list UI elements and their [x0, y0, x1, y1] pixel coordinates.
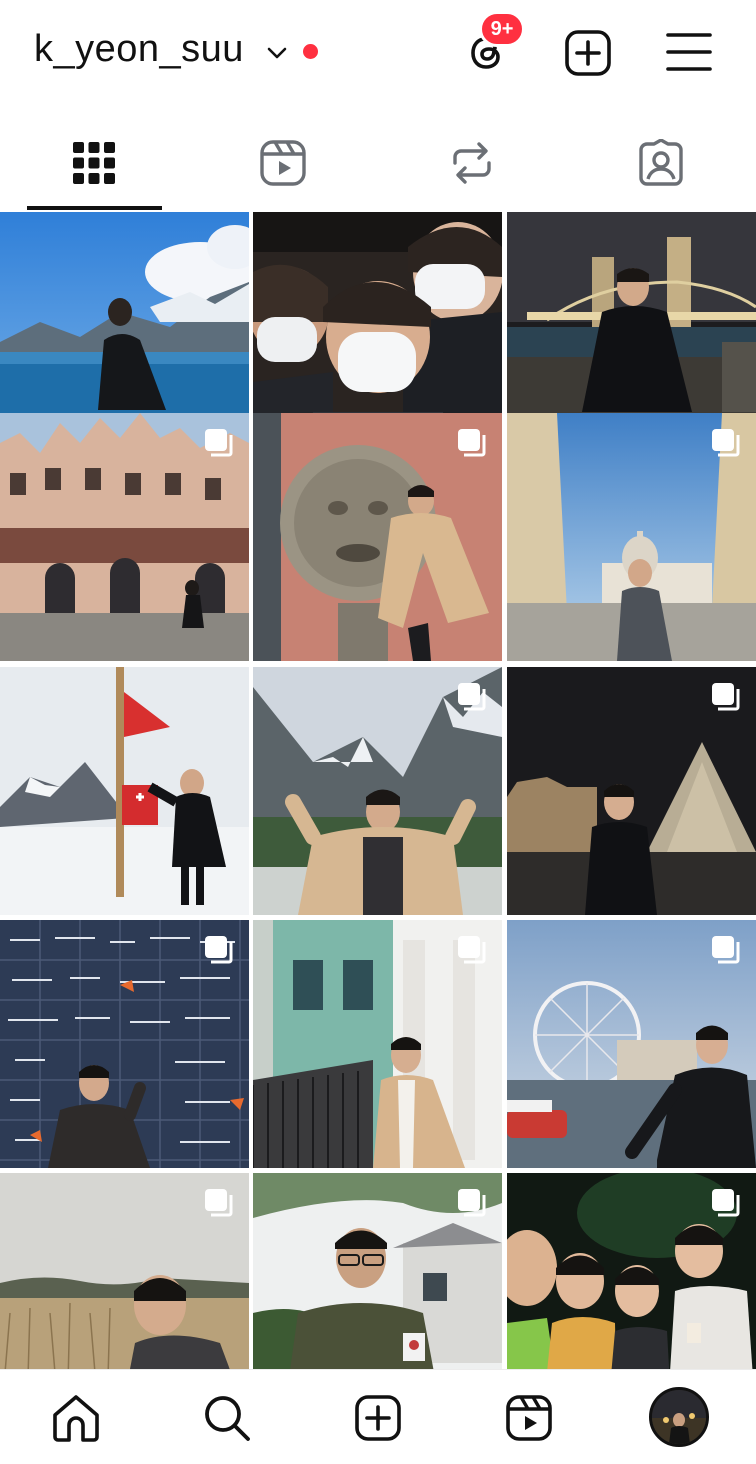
reels-icon — [506, 1395, 552, 1441]
multiple-photos-icon — [205, 429, 233, 457]
menu-icon[interactable] — [665, 30, 713, 74]
search-icon — [205, 1396, 250, 1441]
multiple-photos-icon — [458, 1189, 486, 1217]
multiple-photos-icon — [712, 683, 740, 711]
nav-profile-avatar[interactable] — [649, 1387, 709, 1447]
multiple-photos-icon — [205, 936, 233, 964]
threads-notification-badge: 9+ — [479, 11, 525, 47]
nav-home[interactable] — [50, 1392, 102, 1444]
post-thumbnail[interactable] — [253, 1173, 502, 1369]
profile-content-tabs — [0, 118, 756, 213]
active-tab-indicator — [27, 206, 162, 210]
multiple-photos-icon — [458, 936, 486, 964]
tab-tagged[interactable] — [581, 118, 741, 208]
multiple-photos-icon — [712, 429, 740, 457]
post-thumbnail[interactable] — [507, 1173, 756, 1369]
post-image — [0, 667, 249, 915]
tagged-person-icon — [639, 139, 683, 186]
post-thumbnail[interactable] — [0, 667, 249, 915]
post-thumbnail[interactable] — [507, 667, 756, 915]
post-thumbnail[interactable] — [253, 920, 502, 1168]
nav-create[interactable] — [352, 1392, 404, 1444]
nav-reels[interactable] — [503, 1392, 555, 1444]
create-post-icon[interactable] — [563, 28, 613, 78]
post-thumbnail[interactable] — [253, 413, 502, 661]
post-thumbnail[interactable] — [0, 920, 249, 1168]
multiple-photos-icon — [205, 1189, 233, 1217]
reels-icon — [260, 140, 306, 186]
multiple-photos-icon — [458, 429, 486, 457]
nav-search[interactable] — [201, 1392, 253, 1444]
account-switcher-username[interactable]: k_yeon_suu — [34, 28, 244, 71]
post-thumbnail[interactable] — [0, 413, 249, 661]
tab-reels[interactable] — [203, 118, 363, 208]
chevron-down-icon[interactable] — [264, 40, 290, 66]
tab-posts-grid[interactable] — [14, 118, 174, 208]
repost-icon — [453, 142, 491, 184]
post-thumbnail[interactable] — [507, 920, 756, 1168]
profile-avatar-image — [652, 1390, 706, 1444]
post-thumbnail[interactable] — [253, 667, 502, 915]
post-thumbnail[interactable] — [507, 413, 756, 661]
tab-reposts[interactable] — [392, 118, 552, 208]
grid-icon — [73, 142, 115, 184]
home-icon — [53, 1395, 99, 1442]
multiple-photos-icon — [712, 936, 740, 964]
profile-header: k_yeon_suu 9+ — [0, 0, 756, 105]
bottom-navigation-bar — [0, 1369, 756, 1464]
multiple-photos-icon — [712, 1189, 740, 1217]
post-thumbnail[interactable] — [0, 1173, 249, 1369]
multiple-photos-icon — [458, 683, 486, 711]
posts-grid — [0, 212, 756, 1369]
unread-indicator-dot — [303, 44, 318, 59]
add-post-icon — [355, 1395, 401, 1441]
